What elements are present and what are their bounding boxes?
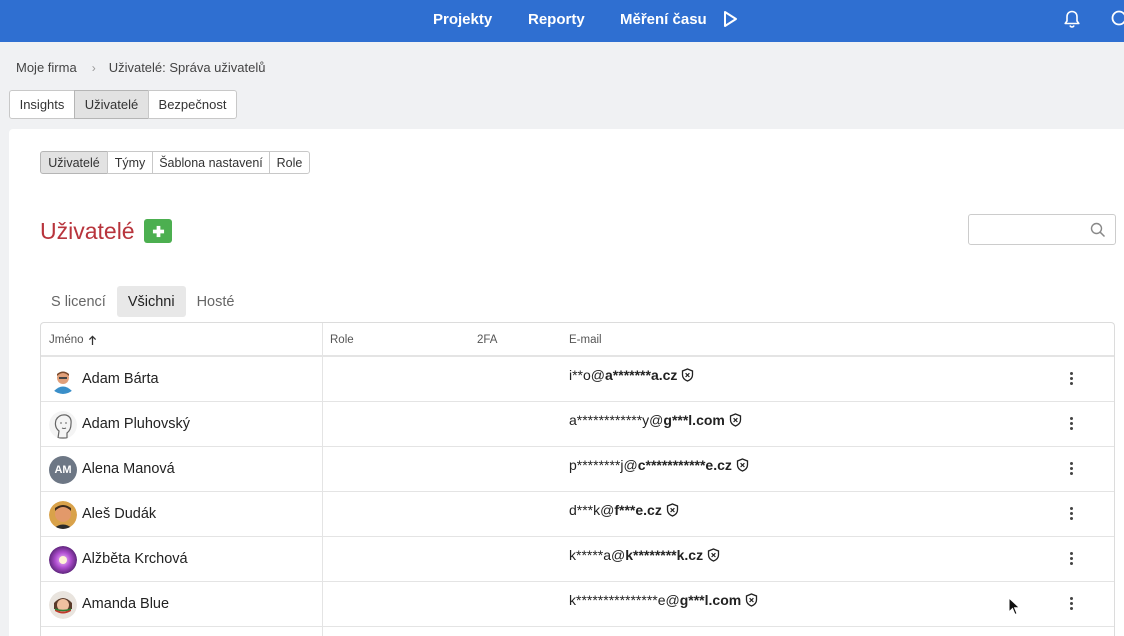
page-title: Uživatelé xyxy=(40,218,135,244)
user-email: i**o@ a*******a.cz xyxy=(569,367,694,383)
row-menu-icon[interactable] xyxy=(1063,548,1079,568)
column-header-email[interactable]: E-mail xyxy=(569,323,602,357)
filter-vsichni[interactable]: Všichni xyxy=(116,286,186,317)
search-icon[interactable] xyxy=(1090,222,1106,238)
search-input[interactable] xyxy=(969,215,1084,244)
sub-tabs: Uživatelé Týmy Šablona nastavení Role xyxy=(40,151,310,174)
filter-hoste[interactable]: Hosté xyxy=(186,286,246,317)
email-local: a************y@ xyxy=(569,412,664,428)
user-name[interactable]: Amanda Blue xyxy=(82,596,169,612)
table-row[interactable]: Adam Pluhovský a************y@ g***l.com xyxy=(41,402,1114,447)
filter-tabs: S licencí Všichni Hosté xyxy=(40,286,245,317)
table-row[interactable]: Aleš Dudák d***k@ f***e.cz xyxy=(41,492,1114,537)
avatar xyxy=(49,546,77,574)
email-domain: k********k.cz xyxy=(625,547,704,563)
play-icon[interactable] xyxy=(722,10,739,28)
avatar xyxy=(49,501,77,529)
breadcrumb-current: Uživatelé: Správa uživatelů xyxy=(108,60,266,75)
row-menu-icon[interactable] xyxy=(1063,413,1079,433)
avatar-initials: AM xyxy=(54,464,72,476)
shield-x-icon xyxy=(666,503,678,517)
shield-x-icon xyxy=(707,548,720,562)
add-user-button[interactable] xyxy=(144,219,172,243)
email-local: p********j@ xyxy=(569,457,638,473)
table-row[interactable]: Amanda Blue k***************e@ g***l.com xyxy=(41,582,1114,627)
arrow-up-icon xyxy=(88,335,96,345)
email-domain: a*******a.cz xyxy=(605,367,678,383)
search-icon[interactable] xyxy=(1110,9,1124,29)
user-email: d***k@ f***e.cz xyxy=(569,502,679,518)
email-domain: f***e.cz xyxy=(614,502,662,518)
top-tabs: Insights Uživatelé Bezpečnost xyxy=(9,90,237,119)
email-local: d***k@ xyxy=(569,502,615,518)
filter-s-licenci[interactable]: S licencí xyxy=(40,286,117,317)
avatar xyxy=(49,411,77,439)
tab-insights[interactable]: Insights xyxy=(9,90,75,119)
avatar: AM xyxy=(49,456,77,484)
avatar xyxy=(49,591,77,619)
user-name[interactable]: Adam Pluhovský xyxy=(82,416,190,432)
plus-icon xyxy=(152,225,164,237)
email-local: k*****a@ xyxy=(569,547,626,563)
user-name[interactable]: Alena Manová xyxy=(82,461,175,477)
top-nav-bar: Projekty Reporty Měření času xyxy=(0,0,1124,42)
user-email: p********j@ c***********e.cz xyxy=(569,457,749,473)
nav-projekty[interactable]: Projekty xyxy=(433,11,492,28)
tab-uzivatele[interactable]: Uživatelé xyxy=(74,90,149,119)
shield-x-icon xyxy=(746,593,758,607)
email-domain: g***l.com xyxy=(663,412,725,428)
mouse-cursor-icon xyxy=(1008,597,1021,616)
chevron-right-icon: › xyxy=(91,60,96,75)
table-row[interactable]: Alžběta Krchová k*****a@ k********k.cz xyxy=(41,537,1114,582)
user-email: k***************e@ g***l.com xyxy=(569,592,758,608)
email-local: i**o@ xyxy=(569,367,606,383)
user-email: a************y@ g***l.com xyxy=(569,412,742,428)
nav-reporty[interactable]: Reporty xyxy=(528,11,585,28)
user-name[interactable]: Aleš Dudák xyxy=(82,506,156,522)
avatar xyxy=(49,366,77,394)
column-header-role[interactable]: Role xyxy=(330,323,354,357)
table-header: Jméno Role 2FA E-mail xyxy=(41,323,1114,357)
email-local: k***************e@ xyxy=(569,592,680,608)
row-menu-icon[interactable] xyxy=(1063,458,1079,478)
row-menu-icon[interactable] xyxy=(1063,368,1079,388)
user-name[interactable]: Alžběta Krchová xyxy=(82,551,188,567)
row-menu-icon[interactable] xyxy=(1063,503,1079,523)
user-email: k*****a@ k********k.cz xyxy=(569,547,720,563)
column-header-name-label: Jméno xyxy=(49,334,84,346)
nav-mereni-casu[interactable]: Měření času xyxy=(620,11,707,28)
subtab-sablona-nastaveni[interactable]: Šablona nastavení xyxy=(152,151,270,174)
shield-x-icon xyxy=(729,413,742,427)
subtab-role[interactable]: Role xyxy=(269,151,310,174)
shield-x-icon xyxy=(682,368,694,382)
table-row[interactable]: Adam Bárta i**o@ a*******a.cz xyxy=(41,357,1114,402)
column-header-2fa[interactable]: 2FA xyxy=(477,323,497,357)
table-row[interactable]: AM Alena Manová p********j@ c***********e… xyxy=(41,447,1114,492)
column-header-name[interactable]: Jméno xyxy=(49,323,97,357)
email-domain: g***l.com xyxy=(679,592,742,608)
users-table: Jméno Role 2FA E-mail Adam Bárta i**o@ a*… xyxy=(40,322,1115,636)
user-name[interactable]: Adam Bárta xyxy=(82,371,159,387)
shield-x-icon xyxy=(736,458,749,472)
email-domain: c***********e.cz xyxy=(637,457,732,473)
subtab-tymy[interactable]: Týmy xyxy=(107,151,153,174)
search-field[interactable] xyxy=(968,214,1116,245)
row-menu-icon[interactable] xyxy=(1063,593,1079,613)
bell-icon[interactable] xyxy=(1062,9,1082,29)
breadcrumb-root[interactable]: Moje firma xyxy=(16,60,77,75)
breadcrumb: Moje firma › Uživatelé: Správa uživatelů xyxy=(16,60,266,75)
tab-bezpecnost[interactable]: Bezpečnost xyxy=(148,90,237,119)
subtab-uzivatele[interactable]: Uživatelé xyxy=(40,151,108,174)
